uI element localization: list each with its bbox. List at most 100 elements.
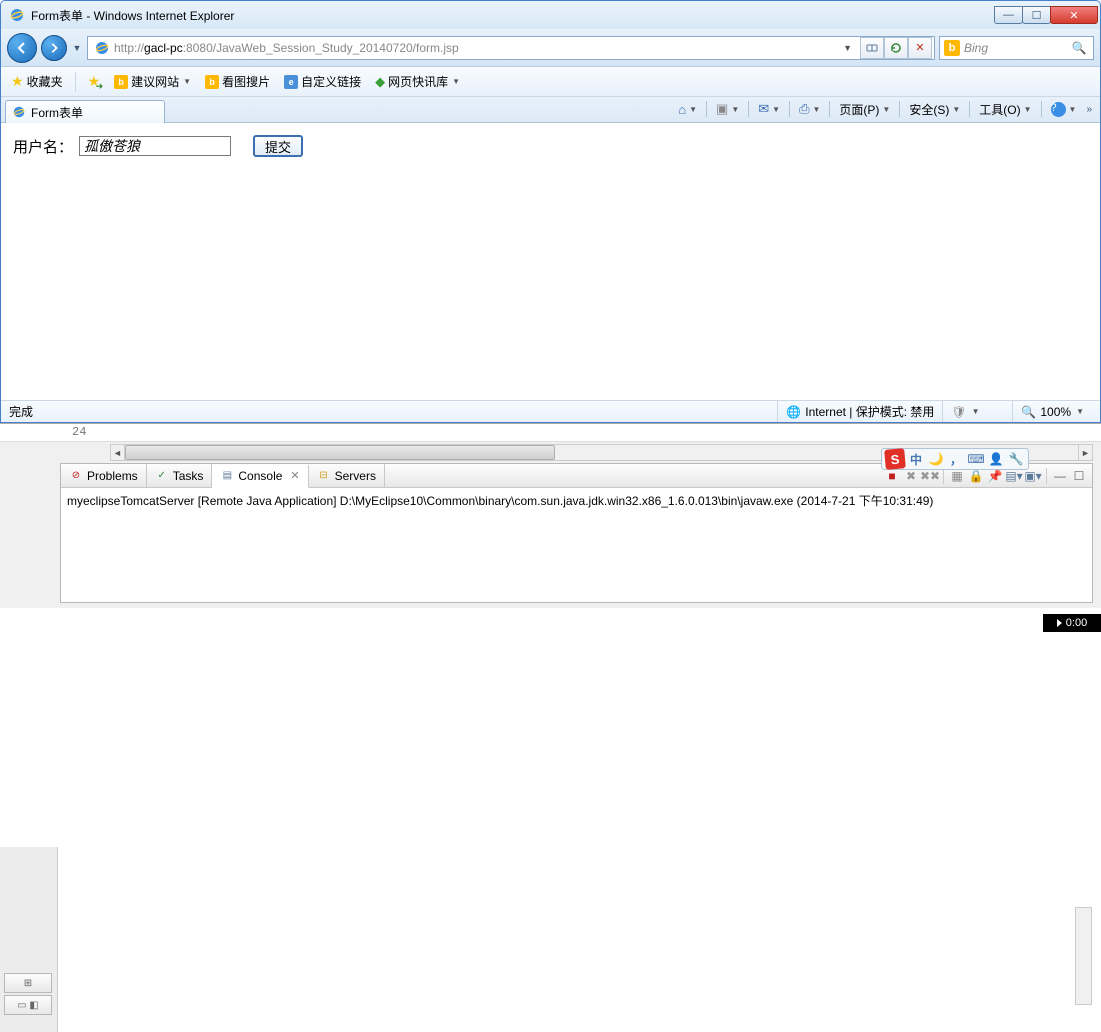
back-button[interactable] (7, 33, 37, 63)
gutter-control-2[interactable]: ⊞ (4, 973, 52, 993)
timer-value: 0:00 (1066, 617, 1087, 629)
site-icon: b (114, 75, 128, 89)
page-icon (94, 40, 110, 56)
username-input[interactable] (79, 136, 231, 156)
sogou-icon[interactable]: S (884, 448, 906, 470)
fav-label: 网页快讯库 (388, 73, 448, 90)
compat-view-button[interactable] (860, 37, 884, 59)
mail-icon: ✉ (758, 101, 769, 117)
webslice-icon: ◆ (375, 74, 385, 90)
tab-servers[interactable]: ⊟ Servers (309, 464, 385, 487)
browser-tab[interactable]: Form表单 (5, 100, 165, 123)
play-icon (1057, 619, 1062, 627)
print-button[interactable]: ⎙▼ (795, 99, 824, 119)
tab-label: Problems (87, 469, 138, 483)
ime-moon-icon[interactable]: 🌙 (927, 450, 945, 468)
ime-user-icon[interactable]: 👤 (987, 450, 1005, 468)
page-menu[interactable]: 页面(P)▼ (835, 99, 894, 119)
rss-icon: ▣ (716, 101, 728, 117)
url-port: :8080 (183, 41, 213, 55)
star-add-icon: ★➜ (88, 73, 101, 90)
favorites-bar: ★ 收藏夹 ★➜ b 建议网站 ▼ b 看图搜片 e 自定义链接 ◆ 网页快讯库… (1, 67, 1100, 97)
command-bar: ⌂▼ ▣▼ ✉▼ ⎙▼ 页面(P)▼ 安全(S)▼ 工具(O)▼ ?▼ » (674, 99, 1096, 122)
separator (75, 72, 76, 92)
tools-menu[interactable]: 工具(O)▼ (975, 99, 1035, 119)
expand-toolbar[interactable]: » (1082, 104, 1096, 115)
status-zone[interactable]: 🌐 Internet | 保护模式: 禁用 (777, 401, 942, 422)
tab-close-icon[interactable]: ✕ (290, 469, 299, 482)
forward-button[interactable] (41, 35, 67, 61)
address-text[interactable]: http://gacl-pc:8080/JavaWeb_Session_Stud… (114, 41, 839, 55)
console-icon: ▤ (220, 469, 234, 483)
tab-label: Servers (335, 469, 376, 483)
zoom-value: 100% (1040, 405, 1071, 419)
servers-icon: ⊟ (317, 469, 331, 483)
minimize-view-button[interactable]: — (1051, 467, 1069, 485)
ime-lang-toggle[interactable]: 中 (907, 450, 925, 468)
feeds-button[interactable]: ▣▼ (712, 99, 743, 119)
ime-settings-icon[interactable]: 🔧 (1007, 450, 1025, 468)
search-box[interactable]: b Bing 🔍 (939, 36, 1094, 60)
ime-punct-toggle[interactable]: ， (947, 450, 965, 468)
fav-link-suggested[interactable]: b 建议网站 ▼ (110, 71, 195, 92)
safety-menu[interactable]: 安全(S)▼ (905, 99, 964, 119)
nav-history-dropdown[interactable]: ▼ (71, 43, 83, 53)
close-button[interactable]: ✕ (1050, 6, 1098, 24)
tab-console[interactable]: ▤ Console ✕ (212, 465, 308, 488)
protected-mode-toggle[interactable]: 🛡▼ (942, 401, 1012, 422)
page-content: 用户名： 提交 (1, 123, 1100, 381)
globe-icon: 🌐 (786, 405, 801, 419)
tab-problems[interactable]: ⊘ Problems (61, 464, 147, 487)
form-row: 用户名： 提交 (13, 135, 1088, 157)
address-dropdown[interactable]: ▼ (839, 43, 856, 53)
home-button[interactable]: ⌂▼ (674, 99, 701, 119)
scroll-left-arrow[interactable]: ◄ (111, 445, 125, 460)
maximize-button[interactable]: ☐ (1022, 6, 1051, 24)
ime-toolbar[interactable]: S 中 🌙 ， ⌨ 👤 🔧 (881, 448, 1029, 470)
console-output: myeclipseTomcatServer [Remote Java Appli… (61, 488, 1092, 513)
submit-button[interactable]: 提交 (253, 135, 303, 157)
gutter-control-1[interactable]: ▭ ◧ (4, 995, 52, 1015)
zoom-icon: 🔍 (1021, 405, 1036, 419)
url-host: gacl-pc (144, 41, 183, 55)
view-vscrollbar[interactable] (1075, 907, 1092, 1005)
shield-off-icon: 🛡 (951, 405, 966, 419)
page-menu-label: 页面(P) (839, 101, 879, 118)
recording-timer[interactable]: 0:00 (1043, 614, 1101, 632)
fav-label: 建议网站 (131, 73, 179, 90)
tab-tasks[interactable]: ✓ Tasks (147, 464, 213, 487)
search-placeholder: Bing (964, 41, 1069, 55)
refresh-button[interactable] (884, 37, 908, 59)
status-text: 完成 (9, 403, 777, 420)
tab-bar: Form表单 ⌂▼ ▣▼ ✉▼ ⎙▼ 页面(P)▼ 安全(S)▼ 工具(O)▼ … (1, 97, 1100, 123)
address-bar[interactable]: http://gacl-pc:8080/JavaWeb_Session_Stud… (87, 36, 935, 60)
fav-link-custom[interactable]: e 自定义链接 (280, 71, 365, 92)
chevron-down-icon: ▼ (452, 77, 460, 86)
scroll-thumb[interactable] (125, 445, 555, 460)
search-button[interactable]: 🔍 (1069, 41, 1089, 55)
titlebar[interactable]: Form表单 - Windows Internet Explorer — ☐ ✕ (1, 1, 1100, 29)
line-number: 24 (72, 425, 86, 439)
help-button[interactable]: ?▼ (1047, 99, 1081, 119)
problems-icon: ⊘ (69, 469, 83, 483)
window-controls: — ☐ ✕ (995, 6, 1098, 24)
maximize-view-button[interactable]: ☐ (1070, 467, 1088, 485)
username-label: 用户名： (13, 136, 73, 157)
scroll-right-arrow[interactable]: ► (1078, 445, 1092, 460)
minimize-button[interactable]: — (994, 6, 1023, 24)
chevron-down-icon: ▼ (183, 77, 191, 86)
star-icon: ★ (11, 73, 24, 90)
favorites-button[interactable]: ★ 收藏夹 (7, 71, 67, 92)
mail-button[interactable]: ✉▼ (754, 99, 784, 119)
url-prefix: http:// (114, 41, 144, 55)
print-icon: ⎙ (799, 101, 809, 117)
ie-logo-icon (9, 7, 25, 23)
status-bar: 完成 🌐 Internet | 保护模式: 禁用 🛡▼ 🔍 100% ▼ (1, 400, 1100, 422)
add-favorite-button[interactable]: ★➜ (84, 71, 105, 92)
fav-link-image-search[interactable]: b 看图搜片 (201, 71, 274, 92)
zoom-control[interactable]: 🔍 100% ▼ (1012, 401, 1092, 422)
fav-link-webslices[interactable]: ◆ 网页快讯库 ▼ (371, 71, 464, 92)
fav-label: 看图搜片 (222, 73, 270, 90)
stop-button[interactable]: ✕ (908, 37, 932, 59)
ime-softkbd-icon[interactable]: ⌨ (967, 450, 985, 468)
